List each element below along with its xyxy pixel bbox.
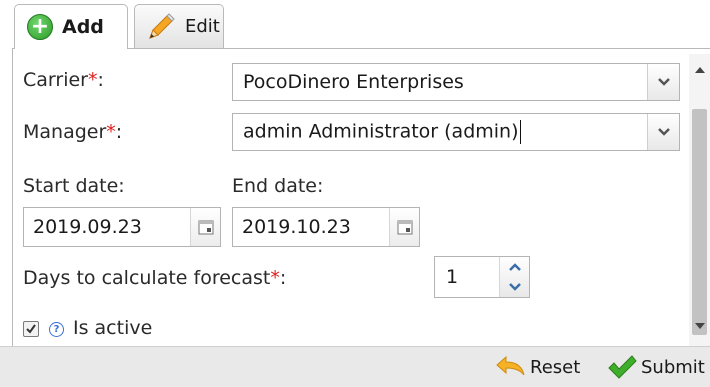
- manager-select-value: admin Administrator (admin): [243, 120, 521, 144]
- submit-label: Submit: [641, 356, 705, 378]
- forecast-days-value: 1: [446, 266, 459, 288]
- spinner-buttons: [499, 257, 529, 297]
- start-date-label: Start date:: [23, 175, 125, 197]
- carrier-label: Carrier*:: [23, 69, 104, 91]
- pencil-icon: [149, 12, 175, 39]
- scroll-down-arrow[interactable]: [689, 316, 710, 336]
- triangle-down-icon: [694, 323, 705, 329]
- tab-strip: + Add Edit: [0, 0, 710, 49]
- manager-dropdown-button[interactable]: [647, 114, 679, 150]
- chevron-up-icon: [508, 263, 521, 271]
- end-date-picker-button[interactable]: [389, 208, 419, 246]
- is-active-checkbox[interactable]: [23, 321, 39, 337]
- plus-circle-icon: +: [27, 14, 53, 40]
- text-cursor: [519, 120, 521, 144]
- end-date-label: End date:: [232, 175, 324, 197]
- spinner-down-button[interactable]: [500, 277, 529, 297]
- tab-add[interactable]: + Add: [14, 4, 128, 49]
- forecast-days-spinner[interactable]: 1: [434, 256, 530, 298]
- end-date-value: 2019.10.23: [242, 216, 351, 238]
- checkmark-icon: [608, 355, 637, 379]
- manager-select[interactable]: admin Administrator (admin): [232, 113, 680, 151]
- manager-label: Manager*:: [23, 121, 123, 143]
- is-active-label: Is active: [73, 317, 153, 339]
- checkmark-icon: [26, 324, 36, 334]
- tab-edit[interactable]: Edit: [134, 4, 224, 48]
- vertical-scrollbar[interactable]: [689, 54, 710, 346]
- triangle-up-icon: [694, 67, 705, 73]
- undo-arrow-icon: [496, 355, 525, 376]
- calendar-icon: [198, 220, 213, 235]
- start-date-input[interactable]: 2019.09.23: [23, 207, 221, 247]
- start-date-value: 2019.09.23: [33, 216, 142, 238]
- footer-toolbar: Reset Submit: [0, 346, 710, 387]
- end-date-input[interactable]: 2019.10.23: [232, 207, 420, 247]
- chevron-down-icon: [508, 283, 521, 291]
- start-date-picker-button[interactable]: [190, 208, 220, 246]
- scroll-up-arrow[interactable]: [689, 60, 710, 80]
- carrier-dropdown-button[interactable]: [647, 64, 679, 100]
- scroll-thumb[interactable]: [692, 109, 707, 335]
- help-icon[interactable]: ?: [49, 322, 64, 337]
- carrier-select[interactable]: PocoDinero Enterprises: [232, 63, 680, 101]
- chevron-down-icon: [657, 78, 670, 86]
- form-panel: Carrier*: PocoDinero Enterprises Manager…: [12, 48, 710, 346]
- chevron-down-icon: [657, 128, 670, 136]
- spinner-up-button[interactable]: [500, 257, 529, 277]
- forecast-days-label: Days to calculate forecast*:: [23, 267, 287, 289]
- submit-button[interactable]: Submit: [607, 347, 705, 387]
- tab-add-label: Add: [62, 16, 104, 38]
- reset-label: Reset: [530, 356, 581, 378]
- reset-button[interactable]: Reset: [494, 347, 580, 387]
- calendar-icon: [397, 220, 412, 235]
- tab-edit-label: Edit: [185, 16, 220, 37]
- carrier-select-value: PocoDinero Enterprises: [243, 71, 464, 93]
